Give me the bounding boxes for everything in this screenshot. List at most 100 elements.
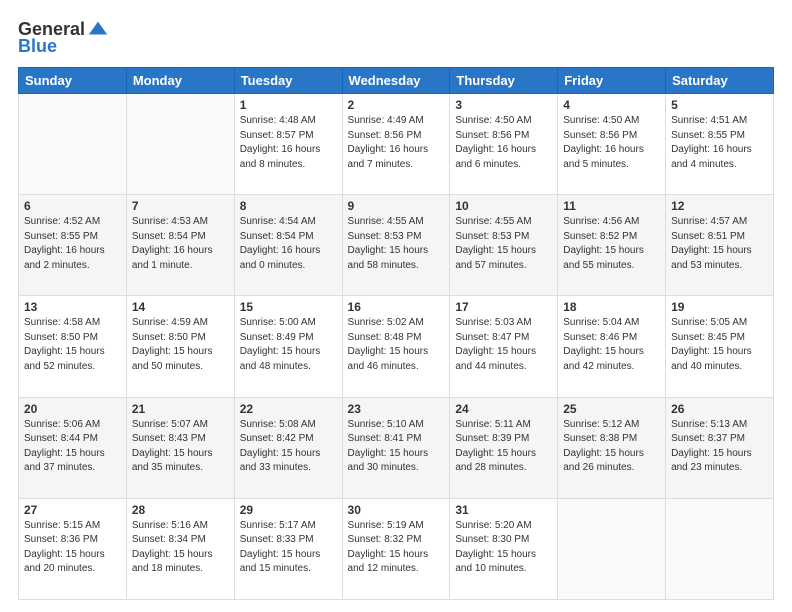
day-number: 30 [348,503,445,517]
day-info: Sunrise: 5:00 AM Sunset: 8:49 PM Dayligh… [240,316,337,374]
calendar-cell: 21Sunrise: 5:07 AM Sunset: 8:43 PM Dayli… [126,397,234,498]
day-number: 3 [455,98,552,112]
day-number: 23 [348,402,445,416]
day-number: 2 [348,98,445,112]
day-info: Sunrise: 4:58 AM Sunset: 8:50 PM Dayligh… [24,316,121,374]
day-info: Sunrise: 4:51 AM Sunset: 8:55 PM Dayligh… [671,114,768,172]
calendar-cell: 4 Sunrise: 4:50 AM Sunset: 8:56 PM Daylig… [558,94,666,195]
weekday-header: Wednesday [342,68,450,94]
day-info: Sunrise: 5:08 AM Sunset: 8:42 PM Dayligh… [240,418,337,476]
calendar-cell: 16 Sunrise: 5:02 AM Sunset: 8:48 PM Dayli… [342,296,450,397]
calendar-cell: 1 Sunrise: 4:48 AM Sunset: 8:57 PM Daylig… [234,94,342,195]
weekday-header: Saturday [666,68,774,94]
day-info: Sunrise: 5:04 AM Sunset: 8:46 PM Dayligh… [563,316,660,374]
header: General Blue [18,18,774,57]
day-number: 16 [348,300,445,314]
day-number: 6 [24,199,121,213]
calendar-cell: 6 Sunrise: 4:52 AM Sunset: 8:55 PM Daylig… [19,195,127,296]
day-info: Sunrise: 5:10 AM Sunset: 8:41 PM Dayligh… [348,418,445,476]
day-number: 29 [240,503,337,517]
day-number: 27 [24,503,121,517]
calendar-cell: 3Sunrise: 4:50 AM Sunset: 8:56 PM Daylig… [450,94,558,195]
day-number: 12 [671,199,768,213]
day-info: Sunrise: 5:19 AM Sunset: 8:32 PM Dayligh… [348,519,445,577]
weekday-header: Monday [126,68,234,94]
weekday-header: Thursday [450,68,558,94]
day-info: Sunrise: 5:16 AM Sunset: 8:34 PM Dayligh… [132,519,229,577]
day-info: Sunrise: 5:07 AM Sunset: 8:43 PM Dayligh… [132,418,229,476]
calendar: SundayMondayTuesdayWednesdayThursdayFrid… [18,67,774,600]
day-info: Sunrise: 5:11 AM Sunset: 8:39 PM Dayligh… [455,418,552,476]
calendar-cell: 30 Sunrise: 5:19 AM Sunset: 8:32 PM Dayli… [342,498,450,599]
calendar-cell [666,498,774,599]
day-info: Sunrise: 4:59 AM Sunset: 8:50 PM Dayligh… [132,316,229,374]
day-info: Sunrise: 5:17 AM Sunset: 8:33 PM Dayligh… [240,519,337,577]
day-number: 26 [671,402,768,416]
day-info: Sunrise: 5:06 AM Sunset: 8:44 PM Dayligh… [24,418,121,476]
calendar-cell: 22 Sunrise: 5:08 AM Sunset: 8:42 PM Dayli… [234,397,342,498]
day-info: Sunrise: 5:12 AM Sunset: 8:38 PM Dayligh… [563,418,660,476]
day-number: 17 [455,300,552,314]
day-info: Sunrise: 4:55 AM Sunset: 8:53 PM Dayligh… [348,215,445,273]
day-number: 25 [563,402,660,416]
calendar-header-row: SundayMondayTuesdayWednesdayThursdayFrid… [19,68,774,94]
day-number: 1 [240,98,337,112]
calendar-week-row: 1 Sunrise: 4:48 AM Sunset: 8:57 PM Daylig… [19,94,774,195]
calendar-cell: 10 Sunrise: 4:55 AM Sunset: 8:53 PM Dayli… [450,195,558,296]
calendar-cell [558,498,666,599]
calendar-cell: 5 Sunrise: 4:51 AM Sunset: 8:55 PM Daylig… [666,94,774,195]
calendar-cell: 29 Sunrise: 5:17 AM Sunset: 8:33 PM Dayli… [234,498,342,599]
day-info: Sunrise: 4:49 AM Sunset: 8:56 PM Dayligh… [348,114,445,172]
calendar-cell: 12 Sunrise: 4:57 AM Sunset: 8:51 PM Dayli… [666,195,774,296]
day-info: Sunrise: 4:56 AM Sunset: 8:52 PM Dayligh… [563,215,660,273]
day-info: Sunrise: 4:54 AM Sunset: 8:54 PM Dayligh… [240,215,337,273]
calendar-cell: 8 Sunrise: 4:54 AM Sunset: 8:54 PM Daylig… [234,195,342,296]
logo: General Blue [18,18,109,57]
day-number: 22 [240,402,337,416]
day-info: Sunrise: 4:52 AM Sunset: 8:55 PM Dayligh… [24,215,121,273]
page: General Blue SundayMondayTuesdayWednesda… [0,0,792,612]
day-number: 9 [348,199,445,213]
day-number: 13 [24,300,121,314]
calendar-cell: 11 Sunrise: 4:56 AM Sunset: 8:52 PM Dayli… [558,195,666,296]
day-number: 10 [455,199,552,213]
day-info: Sunrise: 5:15 AM Sunset: 8:36 PM Dayligh… [24,519,121,577]
day-info: Sunrise: 5:02 AM Sunset: 8:48 PM Dayligh… [348,316,445,374]
day-info: Sunrise: 4:57 AM Sunset: 8:51 PM Dayligh… [671,215,768,273]
day-number: 5 [671,98,768,112]
calendar-cell: 28 Sunrise: 5:16 AM Sunset: 8:34 PM Dayli… [126,498,234,599]
calendar-cell: 13 Sunrise: 4:58 AM Sunset: 8:50 PM Dayli… [19,296,127,397]
weekday-header: Tuesday [234,68,342,94]
day-number: 7 [132,199,229,213]
calendar-cell: 9 Sunrise: 4:55 AM Sunset: 8:53 PM Daylig… [342,195,450,296]
calendar-cell: 24Sunrise: 5:11 AM Sunset: 8:39 PM Dayli… [450,397,558,498]
day-number: 4 [563,98,660,112]
calendar-cell [19,94,127,195]
calendar-cell: 23 Sunrise: 5:10 AM Sunset: 8:41 PM Dayli… [342,397,450,498]
calendar-cell: 17Sunrise: 5:03 AM Sunset: 8:47 PM Dayli… [450,296,558,397]
calendar-week-row: 27 Sunrise: 5:15 AM Sunset: 8:36 PM Dayli… [19,498,774,599]
calendar-cell: 7 Sunrise: 4:53 AM Sunset: 8:54 PM Daylig… [126,195,234,296]
calendar-cell: 26Sunrise: 5:13 AM Sunset: 8:37 PM Dayli… [666,397,774,498]
day-info: Sunrise: 4:53 AM Sunset: 8:54 PM Dayligh… [132,215,229,273]
calendar-cell: 2 Sunrise: 4:49 AM Sunset: 8:56 PM Daylig… [342,94,450,195]
calendar-cell: 14Sunrise: 4:59 AM Sunset: 8:50 PM Dayli… [126,296,234,397]
calendar-week-row: 13 Sunrise: 4:58 AM Sunset: 8:50 PM Dayli… [19,296,774,397]
calendar-cell: 31Sunrise: 5:20 AM Sunset: 8:30 PM Dayli… [450,498,558,599]
day-number: 18 [563,300,660,314]
day-info: Sunrise: 4:48 AM Sunset: 8:57 PM Dayligh… [240,114,337,172]
day-number: 28 [132,503,229,517]
day-number: 11 [563,199,660,213]
calendar-cell: 15Sunrise: 5:00 AM Sunset: 8:49 PM Dayli… [234,296,342,397]
calendar-cell [126,94,234,195]
calendar-cell: 18 Sunrise: 5:04 AM Sunset: 8:46 PM Dayli… [558,296,666,397]
calendar-cell: 27 Sunrise: 5:15 AM Sunset: 8:36 PM Dayli… [19,498,127,599]
weekday-header: Sunday [19,68,127,94]
day-info: Sunrise: 5:05 AM Sunset: 8:45 PM Dayligh… [671,316,768,374]
day-info: Sunrise: 4:50 AM Sunset: 8:56 PM Dayligh… [563,114,660,172]
day-number: 20 [24,402,121,416]
calendar-cell: 20 Sunrise: 5:06 AM Sunset: 8:44 PM Dayli… [19,397,127,498]
day-info: Sunrise: 4:55 AM Sunset: 8:53 PM Dayligh… [455,215,552,273]
calendar-week-row: 20 Sunrise: 5:06 AM Sunset: 8:44 PM Dayli… [19,397,774,498]
day-number: 8 [240,199,337,213]
